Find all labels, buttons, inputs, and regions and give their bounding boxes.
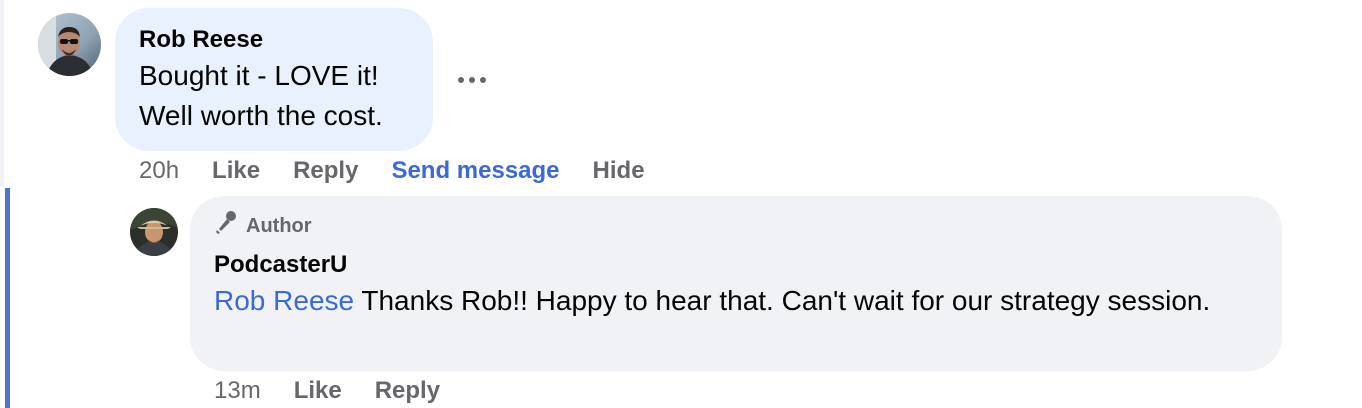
reply-thread-line xyxy=(5,188,10,408)
reply-like-button[interactable]: Like xyxy=(294,376,342,406)
comment-thread: Rob Reese Bought it - LOVE it! Well wort… xyxy=(0,0,1362,408)
more-options-icon xyxy=(457,71,487,89)
hide-button[interactable]: Hide xyxy=(593,156,645,186)
reply-actions: 13m Like Reply xyxy=(214,376,473,406)
comment-timestamp[interactable]: 20h xyxy=(139,156,179,186)
comment-text-line-1: Bought it - LOVE it! xyxy=(139,60,379,91)
comment-author-name[interactable]: Rob Reese xyxy=(139,24,409,56)
send-message-button[interactable]: Send message xyxy=(391,156,559,186)
reply-button[interactable]: Reply xyxy=(293,156,358,186)
thread-divider xyxy=(0,0,4,187)
comment-actions: 20h Like Reply Send message Hide xyxy=(139,156,678,186)
reply-bubble: Author PodcasterU Rob Reese Thanks Rob!!… xyxy=(190,196,1282,371)
comment-bubble: Rob Reese Bought it - LOVE it! Well wort… xyxy=(115,8,433,151)
more-options-button[interactable] xyxy=(452,66,492,94)
comment-text-line-2: Well worth the cost. xyxy=(139,100,383,131)
author-badge: Author xyxy=(214,210,1258,241)
reply-text: Rob Reese Thanks Rob!! Happy to hear tha… xyxy=(214,281,1258,321)
reply-reply-button[interactable]: Reply xyxy=(375,376,440,406)
avatar-podcasteru[interactable] xyxy=(130,208,178,256)
reply-text-body: Thanks Rob!! Happy to hear that. Can't w… xyxy=(354,285,1211,316)
reply-author-name[interactable]: PodcasterU xyxy=(214,249,1258,281)
microphone-icon xyxy=(214,210,240,241)
comment-text: Bought it - LOVE it! Well worth the cost… xyxy=(139,56,409,136)
mention-link[interactable]: Rob Reese xyxy=(214,285,354,316)
reply-timestamp[interactable]: 13m xyxy=(214,376,261,406)
like-button[interactable]: Like xyxy=(212,156,260,186)
avatar-rob-reese[interactable] xyxy=(38,13,101,76)
author-badge-label: Author xyxy=(246,214,312,237)
